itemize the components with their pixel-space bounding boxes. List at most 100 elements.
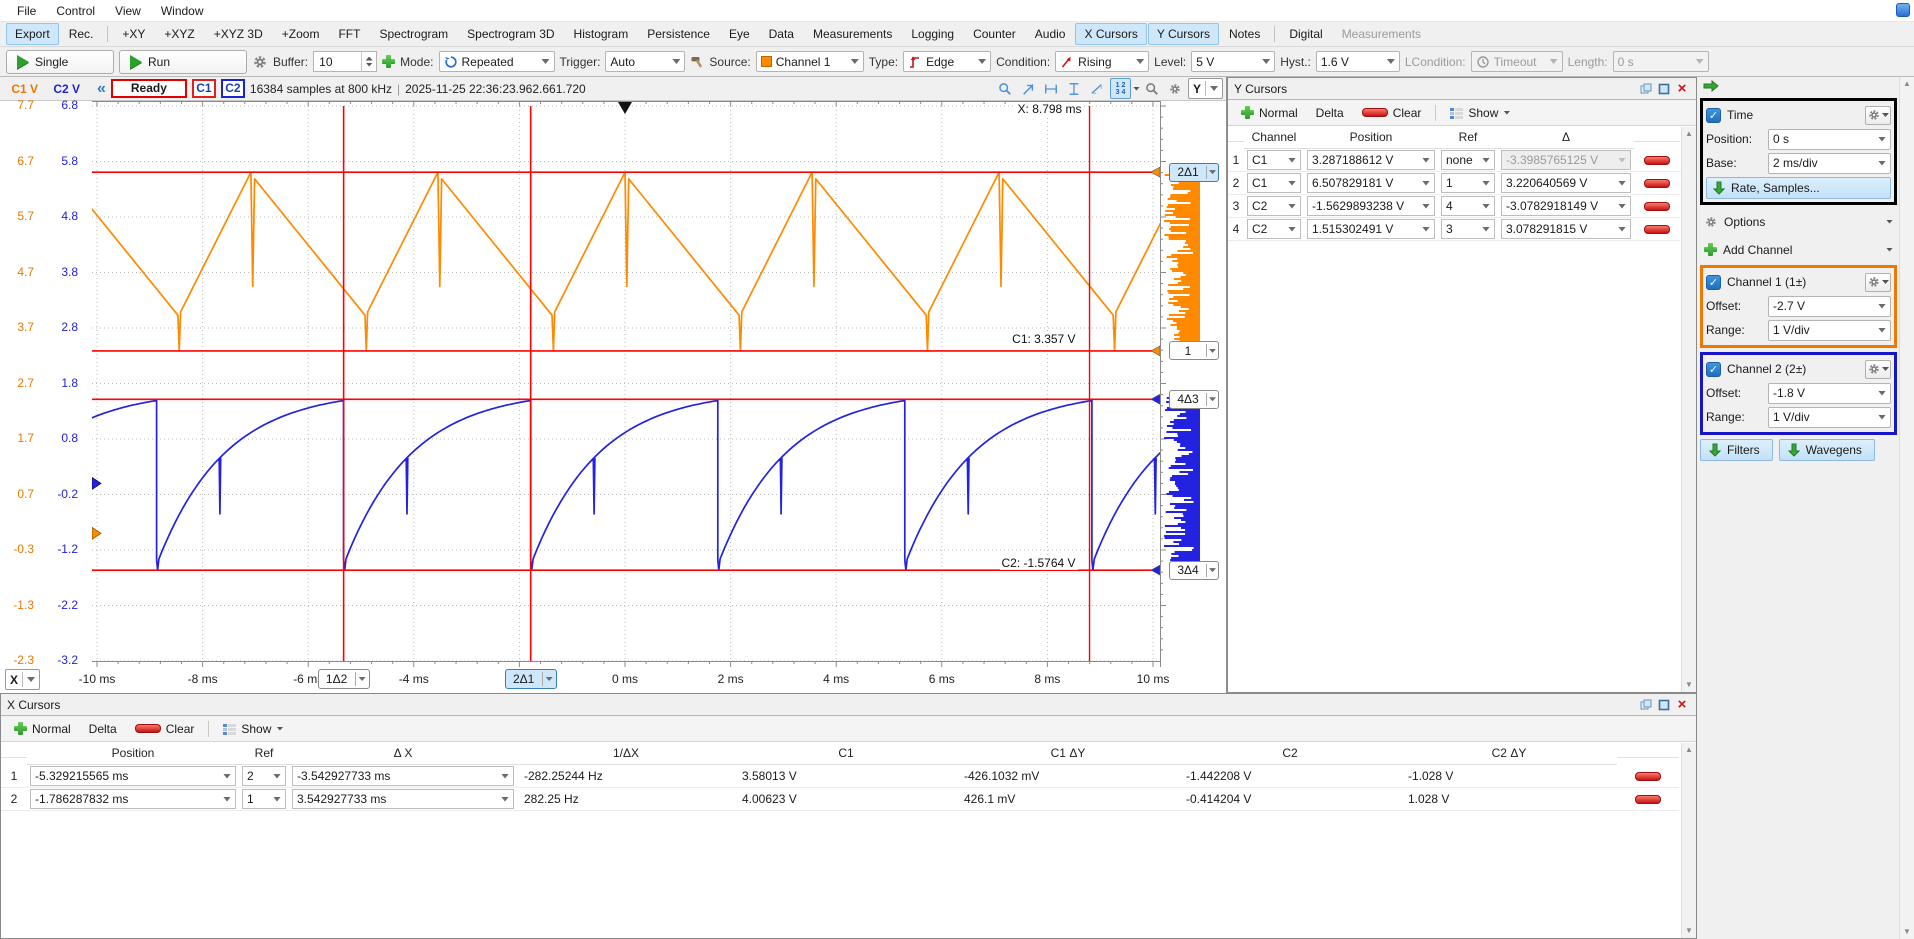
dx-field[interactable]: 3.542927733 ms bbox=[292, 789, 514, 809]
delete-cursor-button[interactable] bbox=[1635, 795, 1661, 804]
options-menu[interactable]: Options bbox=[1700, 209, 1897, 234]
y-cursor-badge[interactable]: 1 bbox=[1169, 341, 1219, 360]
trigger-select[interactable]: Auto bbox=[605, 51, 685, 72]
delete-cursor-button[interactable] bbox=[1644, 225, 1670, 234]
mode-select[interactable]: Repeated bbox=[439, 51, 555, 72]
plot-settings-button[interactable] bbox=[1165, 78, 1186, 99]
search-zoom-button[interactable] bbox=[1142, 78, 1163, 99]
ref-select[interactable]: 2 bbox=[242, 766, 286, 786]
condition-select[interactable]: Rising bbox=[1055, 51, 1149, 72]
expand-right-icon[interactable] bbox=[1702, 80, 1897, 96]
channel-select[interactable]: C2 bbox=[1247, 196, 1301, 216]
menu-file[interactable]: File bbox=[8, 2, 45, 20]
tab-x-cursors[interactable]: X Cursors bbox=[1075, 23, 1146, 45]
menu-window[interactable]: Window bbox=[152, 2, 213, 20]
pointer-tool-button[interactable] bbox=[1018, 78, 1039, 99]
add-normal-cursor-button[interactable]: Normal bbox=[7, 720, 78, 738]
position-field[interactable]: 6.507829181 V bbox=[1307, 173, 1435, 193]
show-menu-button[interactable]: Show bbox=[216, 720, 290, 738]
close-panel-icon[interactable]: × bbox=[1674, 697, 1690, 713]
tab-data[interactable]: Data bbox=[760, 23, 803, 45]
position-field[interactable]: 1.515302491 V bbox=[1307, 219, 1435, 239]
hysteresis-select[interactable]: 1.6 V bbox=[1316, 51, 1400, 72]
wavegens-button[interactable]: Wavegens bbox=[1779, 439, 1875, 461]
show-menu-button[interactable]: Show bbox=[1443, 104, 1517, 122]
tab-y-cursors[interactable]: Y Cursors bbox=[1148, 23, 1219, 45]
position-field[interactable]: -1.786287832 ms bbox=[30, 789, 236, 809]
run-button[interactable]: Run bbox=[119, 50, 247, 74]
channel1-checkbox[interactable]: ✓ bbox=[1706, 275, 1721, 290]
delta-field[interactable]: -3.0782918149 V bbox=[1501, 196, 1631, 216]
source-select[interactable]: Channel 1 bbox=[756, 51, 864, 72]
x-cursor-badge[interactable]: 2Δ1 bbox=[505, 669, 557, 689]
add-delta-cursor-button[interactable]: Delta bbox=[82, 720, 124, 738]
tab-histogram[interactable]: Histogram bbox=[565, 23, 638, 45]
channel-select[interactable]: C1 bbox=[1247, 150, 1301, 170]
ref-select[interactable]: none bbox=[1441, 150, 1495, 170]
maximize-panel-icon[interactable] bbox=[1656, 697, 1672, 713]
rate-samples-button[interactable]: Rate, Samples... bbox=[1706, 177, 1891, 199]
ref-select[interactable]: 1 bbox=[242, 789, 286, 809]
scroll-down-icon[interactable]: ▼ bbox=[1685, 926, 1693, 936]
trigger-type-select[interactable]: Edge bbox=[903, 51, 991, 72]
tab-rec[interactable]: Rec. bbox=[60, 23, 103, 45]
x-cursor-badge[interactable]: 1Δ2 bbox=[318, 669, 370, 689]
channel-select[interactable]: C1 bbox=[1247, 173, 1301, 193]
channel2-indicator[interactable]: C2 bbox=[221, 79, 245, 98]
add-normal-cursor-button[interactable]: Normal bbox=[1234, 104, 1305, 122]
chevron-down-icon[interactable] bbox=[1133, 87, 1140, 91]
channel1-settings-gear[interactable] bbox=[1865, 273, 1891, 292]
tab-xyz3d[interactable]: +XYZ 3D bbox=[205, 23, 272, 45]
channel2-range-select[interactable]: 1 V/div bbox=[1768, 407, 1891, 428]
zoom-fit-button[interactable] bbox=[995, 78, 1016, 99]
y-cursor-badge[interactable]: 4Δ3 bbox=[1169, 390, 1219, 409]
menu-view[interactable]: View bbox=[106, 2, 150, 20]
add-delta-cursor-button[interactable]: Delta bbox=[1309, 104, 1351, 122]
scroll-up-icon[interactable]: ▲ bbox=[1685, 745, 1693, 755]
scroll-up-icon[interactable]: ▲ bbox=[1903, 79, 1911, 89]
channel-select[interactable]: C2 bbox=[1247, 219, 1301, 239]
buffer-gear-icon[interactable] bbox=[252, 54, 268, 70]
tab-eye[interactable]: Eye bbox=[720, 23, 759, 45]
scroll-up-icon[interactable]: ▲ bbox=[1685, 129, 1693, 139]
dx-field[interactable]: -3.542927733 ms bbox=[292, 766, 514, 786]
slope-measure-button[interactable] bbox=[1087, 78, 1108, 99]
delete-cursor-button[interactable] bbox=[1644, 179, 1670, 188]
horizontal-measure-button[interactable] bbox=[1041, 78, 1062, 99]
tab-logging[interactable]: Logging bbox=[902, 23, 963, 45]
tab-xy[interactable]: +XY bbox=[113, 23, 154, 45]
maximize-panel-icon[interactable] bbox=[1656, 81, 1672, 97]
y-cursor-badge[interactable]: 3Δ4 bbox=[1169, 561, 1219, 580]
position-field[interactable]: -1.5629893238 V bbox=[1307, 196, 1435, 216]
tab-export[interactable]: Export bbox=[6, 23, 59, 45]
add-mode-icon[interactable] bbox=[382, 55, 395, 68]
close-panel-icon[interactable]: × bbox=[1674, 81, 1690, 97]
tab-audio[interactable]: Audio bbox=[1026, 23, 1075, 45]
time-checkbox[interactable]: ✓ bbox=[1706, 108, 1721, 123]
collapse-left-icon[interactable]: « bbox=[97, 82, 106, 96]
add-channel-menu[interactable]: Add Channel bbox=[1700, 237, 1897, 262]
delete-cursor-button[interactable] bbox=[1635, 772, 1661, 781]
stepper-arrows-icon[interactable] bbox=[361, 52, 376, 71]
clear-cursors-button[interactable]: Clear bbox=[1355, 104, 1429, 122]
float-panel-icon[interactable] bbox=[1638, 81, 1654, 97]
level-select[interactable]: 5 V bbox=[1191, 51, 1275, 72]
buffer-stepper[interactable]: 10 bbox=[313, 51, 377, 72]
x-cursors-scrollbar[interactable]: ▲ ▼ bbox=[1681, 743, 1696, 938]
channel1-range-select[interactable]: 1 V/div bbox=[1768, 320, 1891, 341]
hammer-icon[interactable] bbox=[690, 55, 704, 69]
position-field[interactable]: -5.329215565 ms bbox=[30, 766, 236, 786]
menu-control[interactable]: Control bbox=[47, 2, 104, 20]
ref-select[interactable]: 3 bbox=[1441, 219, 1495, 239]
y-axis-menu-button[interactable]: Y bbox=[1188, 78, 1223, 99]
sidebar-scrollbar[interactable]: ▲ ▼ bbox=[1899, 77, 1914, 939]
channel2-checkbox[interactable]: ✓ bbox=[1706, 362, 1721, 377]
clear-cursors-button[interactable]: Clear bbox=[128, 720, 202, 738]
delta-field[interactable]: 3.220640569 V bbox=[1501, 173, 1631, 193]
tab-fft[interactable]: FFT bbox=[329, 23, 369, 45]
tab-zoom[interactable]: +Zoom bbox=[273, 23, 329, 45]
y-cursor-badge[interactable]: 2Δ1 bbox=[1169, 163, 1219, 182]
time-settings-gear[interactable] bbox=[1865, 106, 1891, 125]
delete-cursor-button[interactable] bbox=[1644, 156, 1670, 165]
tab-measurements[interactable]: Measurements bbox=[804, 23, 901, 45]
